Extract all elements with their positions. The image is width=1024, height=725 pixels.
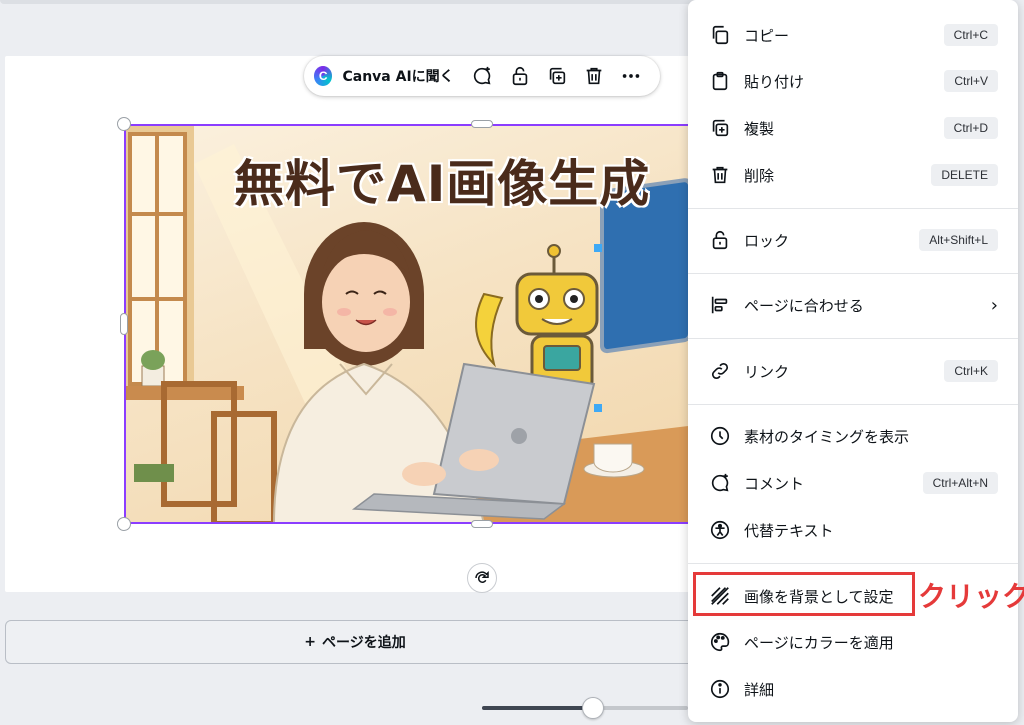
menu-label: コメント (744, 474, 805, 493)
resize-handle-top-left[interactable] (117, 117, 131, 131)
menu-divider (688, 563, 1018, 564)
menu-label: 代替テキスト (744, 521, 834, 540)
menu-divider (688, 208, 1018, 209)
menu-item-comment[interactable]: コメント Ctrl+Alt+N (688, 463, 1018, 503)
menu-item-paste[interactable]: 貼り付け Ctrl+V (688, 61, 1018, 101)
shortcut-badge: Ctrl+Alt+N (922, 472, 998, 494)
top-canvas-strip (0, 0, 700, 4)
menu-item-copy[interactable]: コピー Ctrl+C (688, 15, 1018, 55)
selected-image[interactable]: 無料でAI画像生成 (124, 124, 705, 524)
shortcut-badge: DELETE (931, 164, 998, 186)
zoom-slider-handle[interactable] (582, 697, 604, 719)
resize-handle-bottom-left[interactable] (117, 517, 131, 531)
duplicate-icon (708, 116, 732, 140)
menu-item-show-timing[interactable]: 素材のタイミングを表示 (688, 416, 1018, 456)
menu-label: 貼り付け (744, 72, 805, 91)
palette-icon (708, 630, 732, 654)
more-icon[interactable] (615, 60, 648, 92)
copy-icon (708, 23, 732, 47)
menu-item-apply-color[interactable]: ページにカラーを適用 (688, 622, 1018, 662)
menu-item-delete[interactable]: 削除 DELETE (688, 155, 1018, 195)
resize-handle-top[interactable] (471, 120, 493, 128)
menu-label: リンク (744, 362, 790, 381)
comment-add-icon (708, 471, 732, 495)
menu-item-fit-to-page[interactable]: ページに合わせる › (688, 285, 1018, 325)
menu-item-alt-text[interactable]: 代替テキスト (688, 510, 1018, 550)
zoom-slider-fill (482, 706, 596, 710)
menu-item-details[interactable]: 詳細 (688, 669, 1018, 709)
shortcut-badge: Ctrl+V (944, 70, 998, 92)
element-toolbar: C Canva AIに聞く (304, 56, 660, 96)
duplicate-icon[interactable] (540, 60, 573, 92)
ask-canva-ai-button[interactable]: Canva AIに聞く (342, 66, 453, 86)
menu-item-duplicate[interactable]: 複製 Ctrl+D (688, 108, 1018, 148)
background-hatch-icon (708, 584, 732, 608)
rotate-icon[interactable] (467, 563, 497, 593)
menu-label: 削除 (744, 166, 775, 185)
clock-icon (708, 424, 732, 448)
accessibility-icon (708, 518, 732, 542)
shortcut-badge: Alt+Shift+L (919, 229, 998, 251)
comment-add-icon[interactable] (466, 60, 499, 92)
canva-ai-glyph: C (318, 69, 328, 83)
menu-label: 詳細 (744, 680, 775, 699)
canva-ai-icon[interactable]: C (314, 66, 333, 86)
link-icon (708, 359, 732, 383)
lock-icon (708, 228, 732, 252)
image-title-text: 無料でAI画像生成 (234, 155, 651, 213)
menu-label: 素材のタイミングを表示 (744, 427, 910, 446)
menu-label: 複製 (744, 119, 775, 138)
menu-label: ページにカラーを適用 (744, 633, 894, 652)
menu-item-lock[interactable]: ロック Alt+Shift+L (688, 220, 1018, 260)
shortcut-badge: Ctrl+D (943, 117, 998, 139)
trash-icon (708, 163, 732, 187)
add-page-button[interactable]: + ページを追加 (5, 620, 705, 664)
resize-handle-left[interactable] (120, 313, 128, 335)
menu-divider (688, 404, 1018, 405)
menu-label: ロック (744, 231, 790, 250)
shortcut-badge: Ctrl+K (944, 360, 998, 382)
resize-handle-bottom[interactable] (471, 520, 493, 528)
menu-item-link[interactable]: リンク Ctrl+K (688, 351, 1018, 391)
chevron-right-icon: › (990, 294, 998, 316)
shortcut-badge: Ctrl+C (943, 24, 998, 46)
menu-label: ページに合わせる (744, 296, 864, 315)
plus-icon: + (304, 634, 316, 650)
add-page-label: ページを追加 (322, 635, 406, 651)
menu-divider (688, 338, 1018, 339)
menu-divider (688, 273, 1018, 274)
info-icon (708, 677, 732, 701)
menu-label: コピー (744, 26, 790, 45)
annotation-click-label: クリック (918, 580, 1024, 613)
paste-icon (708, 69, 732, 93)
lock-icon[interactable] (503, 60, 536, 92)
align-icon (708, 293, 732, 317)
trash-icon[interactable] (577, 60, 610, 92)
